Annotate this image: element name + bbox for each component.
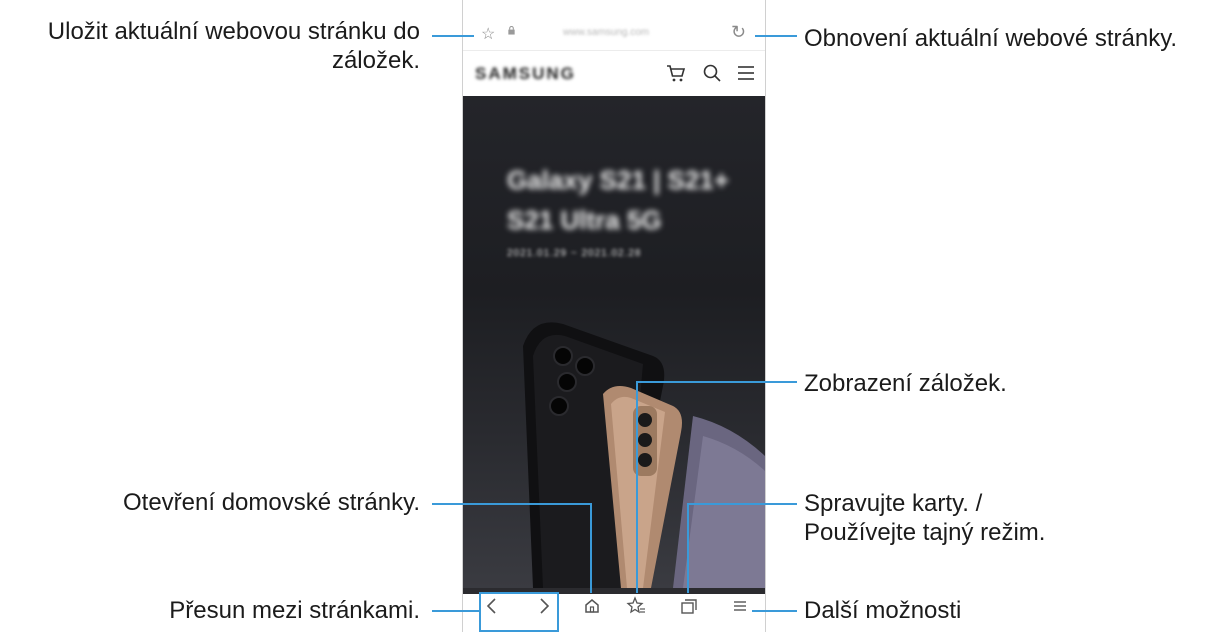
product-image: [523, 322, 765, 588]
leader-tabs-v: [687, 503, 689, 593]
cart-icon[interactable]: [665, 62, 687, 84]
more-icon[interactable]: [730, 596, 750, 616]
leader-refresh: [755, 35, 797, 37]
leader-home-v: [590, 503, 592, 593]
callout-home: Otevření domovské stránky.: [123, 489, 420, 516]
callout-refresh: Obnovení aktuální webové stránky.: [804, 25, 1178, 52]
callout-tabs-line2: Používejte tajný režim.: [804, 519, 1046, 546]
leader-home-h: [432, 503, 592, 505]
bookmarks-icon[interactable]: [626, 596, 646, 616]
site-header: SAMSUNG: [463, 58, 765, 94]
callout-tabs: Spravujte karty. / Používejte tajný reži…: [804, 489, 1045, 547]
callout-navigate: Přesun mezi stránkami.: [169, 597, 420, 624]
hero-banner[interactable]: Galaxy S21 | S21+ S21 Ultra 5G 2021.01.2…: [463, 96, 765, 588]
home-icon[interactable]: [582, 596, 602, 616]
leader-more: [752, 610, 797, 612]
callout-tabs-line1: Spravujte karty. /: [804, 490, 983, 517]
browser-screen: ☆ www.samsung.com ↻ SAMSUNG Galaxy S21 |…: [462, 0, 766, 632]
callout-save-bookmark-line1: Uložit aktuální webovou stránku do: [47, 18, 420, 45]
hero-title: Galaxy S21 | S21+ S21 Ultra 5G: [507, 165, 729, 235]
tabs-icon[interactable]: [678, 596, 698, 616]
reload-icon[interactable]: ↻: [731, 22, 746, 43]
lock-icon: [508, 26, 515, 35]
address-bar[interactable]: ☆ www.samsung.com ↻: [463, 20, 765, 48]
leader-tabs-h: [687, 503, 797, 505]
site-logo[interactable]: SAMSUNG: [475, 64, 576, 84]
hero-date: 2021.01.29 ~ 2021.02.28: [507, 248, 642, 259]
leader-view-bookmarks-h: [636, 381, 797, 383]
callout-save-bookmark-line2: záložek.: [331, 47, 420, 74]
leader-view-bookmarks-v: [636, 381, 638, 593]
leader-save-bookmark: [432, 35, 474, 37]
url-text[interactable]: www.samsung.com: [563, 27, 649, 38]
leader-navigate: [432, 610, 480, 612]
callout-view-bookmarks: Zobrazení záložek.: [804, 370, 1007, 397]
menu-icon[interactable]: [735, 62, 757, 84]
search-icon[interactable]: [701, 62, 723, 84]
divider: [463, 50, 765, 51]
callout-more: Další možnosti: [804, 597, 962, 624]
star-icon[interactable]: ☆: [481, 24, 495, 44]
callout-save-bookmark: Uložit aktuální webovou stránku do zálož…: [4, 17, 420, 75]
navigation-highlight: [479, 592, 559, 632]
